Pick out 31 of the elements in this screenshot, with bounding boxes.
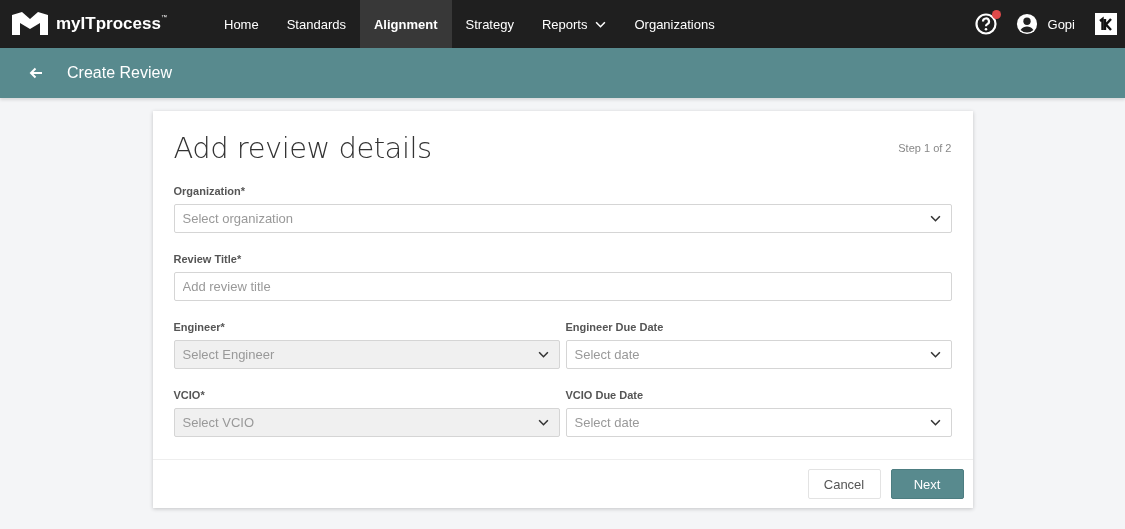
page-title: Create Review <box>67 64 172 82</box>
field-label: VCIO Due Date <box>565 389 645 401</box>
field-label: Engineer Due Date <box>565 321 665 333</box>
logo-icon <box>10 11 50 37</box>
nav-tab[interactable]: Alignment <box>359 0 452 48</box>
nav-tab[interactable]: Strategy <box>451 0 528 48</box>
form-title: Add review details <box>173 131 432 165</box>
field-label: Organization* <box>173 185 246 197</box>
help-icon <box>973 12 998 36</box>
chevron-down-icon <box>929 215 941 222</box>
input-field[interactable]: Add review title <box>173 272 952 301</box>
help-button[interactable] <box>973 12 998 36</box>
nav-tab[interactable]: Standards <box>272 0 360 48</box>
field-label: Engineer* <box>173 321 226 333</box>
chevron-down-icon <box>929 419 941 426</box>
field-label: VCIO* <box>173 389 206 401</box>
back-arrow-icon[interactable] <box>29 67 43 79</box>
field-label: Review Title* <box>173 253 243 265</box>
user-avatar-icon[interactable] <box>1015 13 1038 35</box>
chevron-down-icon <box>929 351 941 358</box>
next-button[interactable]: Next <box>890 469 964 499</box>
user-name[interactable]: Gopi <box>1047 16 1075 32</box>
nav-tab[interactable]: Reports <box>527 0 621 48</box>
chevron-down-icon <box>537 419 549 426</box>
cancel-button[interactable]: Cancel <box>807 469 881 499</box>
logo-text: myITprocess$^{™}$ <box>56 14 167 34</box>
step-indicator: Step 1 of 2 <box>898 142 952 154</box>
nav-tab[interactable]: Organizations <box>620 0 729 48</box>
nav-tab[interactable]: Home <box>210 0 273 48</box>
chevron-down-icon <box>537 351 549 358</box>
app-switch-icon[interactable] <box>1095 13 1117 35</box>
